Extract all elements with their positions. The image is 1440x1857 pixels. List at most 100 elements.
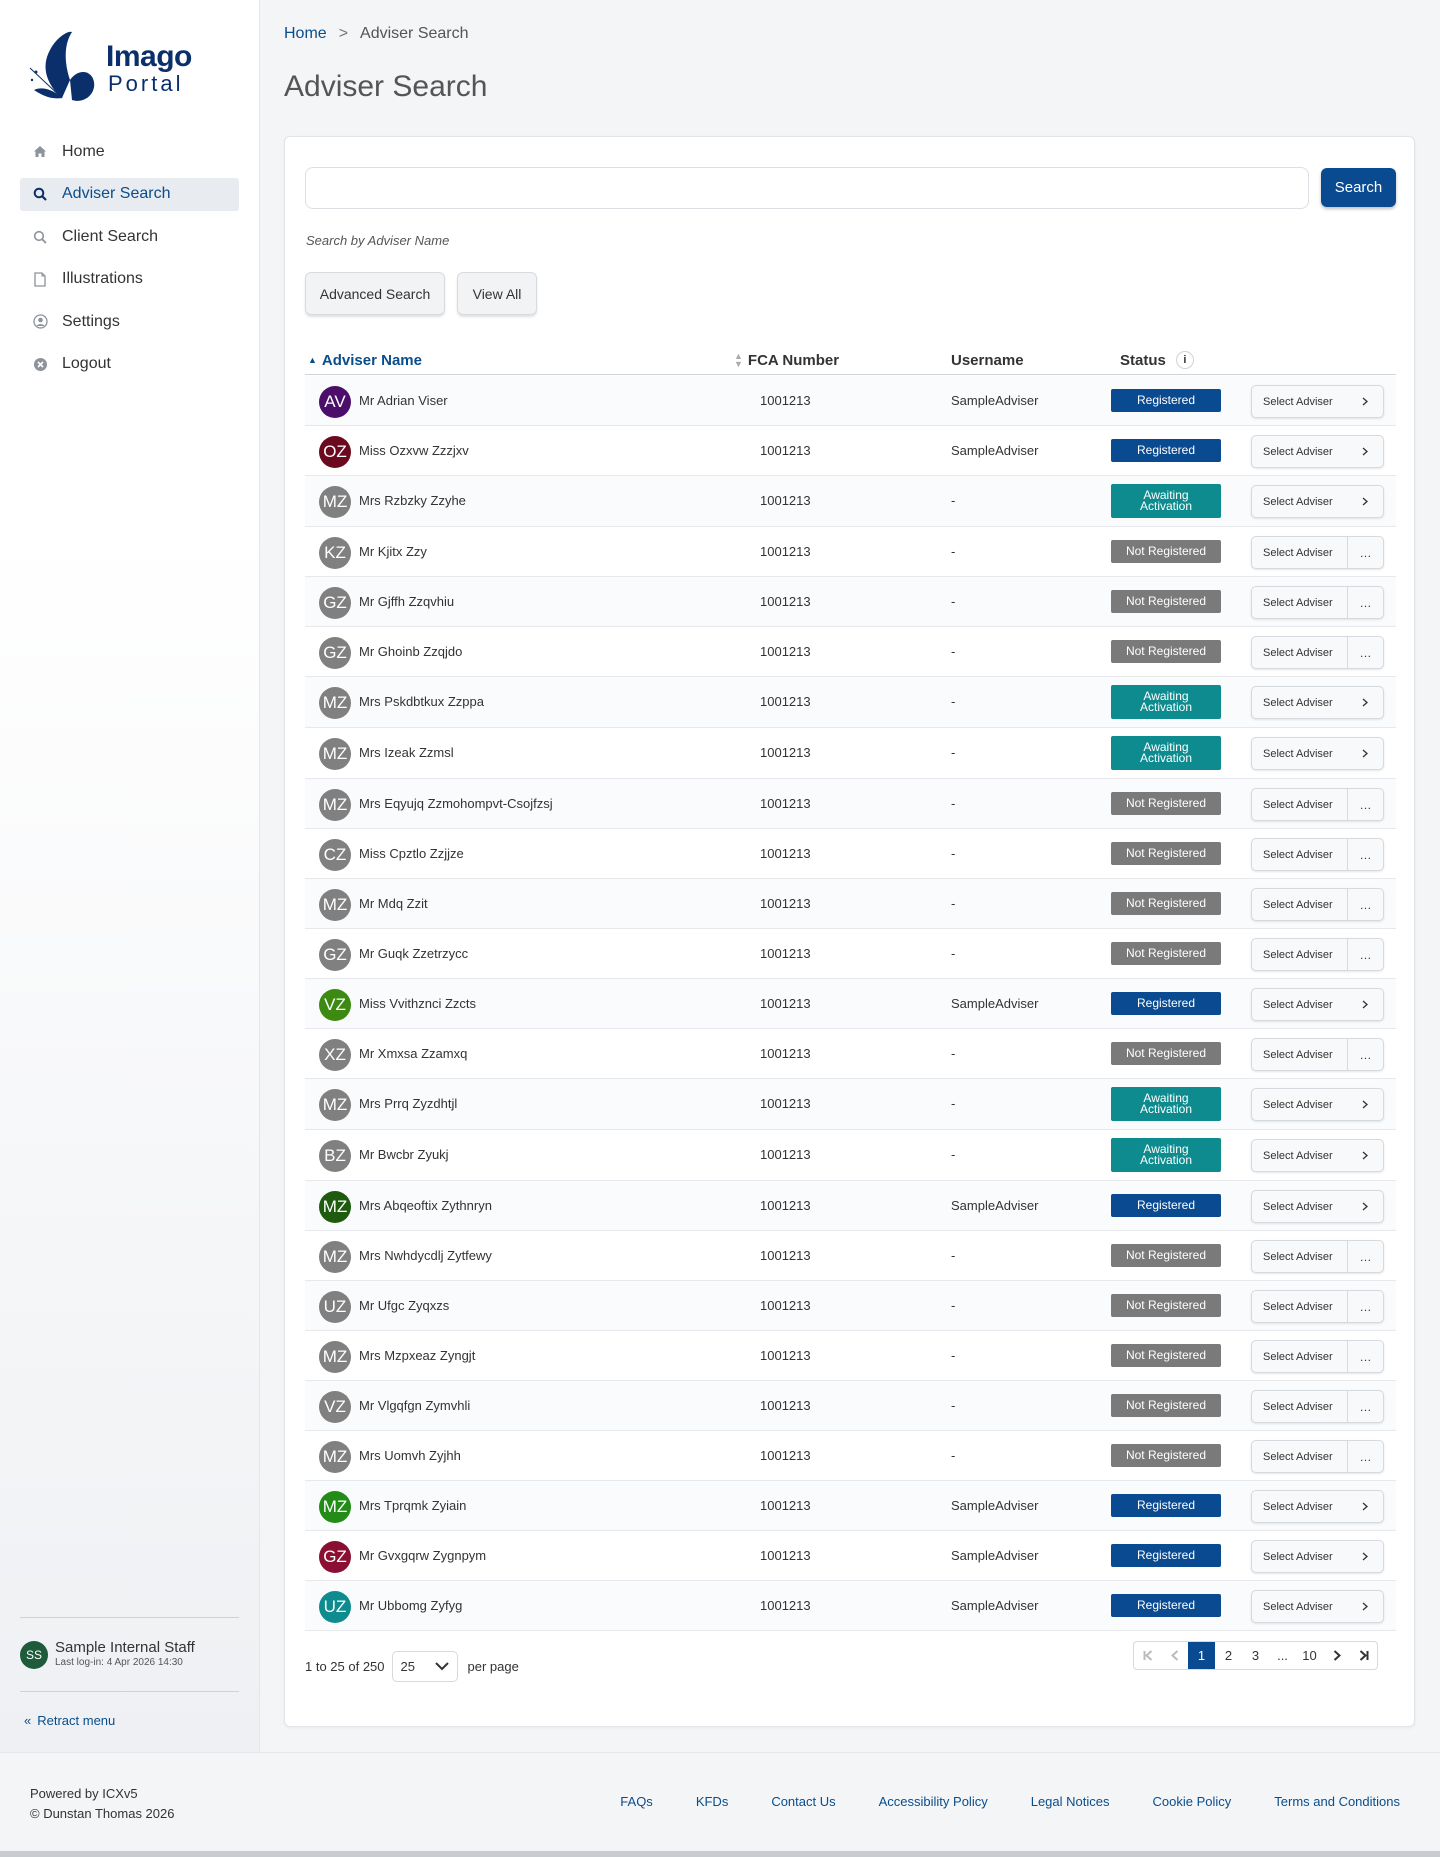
last-page-icon[interactable] — [1350, 1642, 1377, 1669]
previous-page-icon[interactable] — [1161, 1642, 1188, 1669]
chevron-right-icon[interactable] — [1347, 687, 1383, 718]
page-button[interactable]: 10 — [1296, 1642, 1323, 1669]
page-button[interactable]: 2 — [1215, 1642, 1242, 1669]
adviser-name: Mrs Nwhdycdlj Zytfewy — [359, 1248, 492, 1263]
more-options-icon[interactable]: … — [1347, 1039, 1383, 1070]
chevron-right-icon[interactable] — [1347, 1140, 1383, 1171]
chevron-right-icon[interactable] — [1347, 989, 1383, 1020]
select-adviser-button[interactable]: Select Adviser — [1252, 537, 1347, 568]
select-adviser-button[interactable]: Select Adviser — [1252, 1491, 1347, 1522]
select-adviser-button[interactable]: Select Adviser — [1252, 789, 1347, 820]
select-adviser-button[interactable]: Select Adviser — [1252, 436, 1347, 467]
chevron-right-icon[interactable] — [1347, 738, 1383, 769]
column-header-adviser-name[interactable]: ▲ Adviser Name — [308, 345, 422, 375]
per-page-select[interactable]: 25 — [391, 1651, 458, 1682]
select-adviser-button[interactable]: Select Adviser — [1252, 1541, 1347, 1572]
sidebar-item-adviser-search[interactable]: Adviser Search — [20, 177, 239, 211]
butterfly-logo-icon — [29, 31, 95, 101]
select-adviser-button[interactable]: Select Adviser — [1252, 889, 1347, 920]
advanced-search-button[interactable]: Advanced Search — [305, 272, 445, 315]
footer-links: FAQs KFDs Contact Us Accessibility Polic… — [577, 1794, 1400, 1809]
select-adviser-button[interactable]: Select Adviser — [1252, 738, 1347, 769]
sidebar-divider — [20, 1691, 239, 1692]
chevron-right-icon[interactable] — [1347, 1089, 1383, 1120]
more-options-icon[interactable]: … — [1347, 889, 1383, 920]
column-header-fca-number[interactable]: ▲ ▼ FCA Number — [734, 345, 839, 375]
more-options-icon[interactable]: … — [1347, 537, 1383, 568]
chevron-right-icon[interactable] — [1347, 1491, 1383, 1522]
select-adviser-button[interactable]: Select Adviser — [1252, 1441, 1347, 1472]
select-adviser-button[interactable]: Select Adviser — [1252, 939, 1347, 970]
adviser-avatar: MZ — [319, 789, 351, 821]
select-adviser-button[interactable]: Select Adviser — [1252, 386, 1347, 417]
more-options-icon[interactable]: … — [1347, 789, 1383, 820]
more-options-icon[interactable]: … — [1347, 1291, 1383, 1322]
fca-number: 1001213 — [760, 1548, 811, 1563]
view-all-button[interactable]: View All — [457, 272, 537, 315]
select-adviser-button[interactable]: Select Adviser — [1252, 1391, 1347, 1422]
more-options-icon[interactable]: … — [1347, 939, 1383, 970]
info-icon[interactable]: i — [1175, 351, 1194, 369]
footer-link-cookie-policy[interactable]: Cookie Policy — [1153, 1794, 1232, 1809]
sidebar-item-client-search[interactable]: Client Search — [20, 220, 239, 253]
search-button[interactable]: Search — [1321, 168, 1396, 207]
select-adviser-button[interactable]: Select Adviser — [1252, 486, 1347, 517]
search-input[interactable] — [305, 167, 1309, 209]
adviser-avatar: AV — [319, 386, 351, 418]
select-adviser-button[interactable]: Select Adviser — [1252, 687, 1347, 718]
breadcrumb-home-link[interactable]: Home — [284, 25, 327, 42]
more-options-icon[interactable]: … — [1347, 1441, 1383, 1472]
sidebar-item-logout[interactable]: Logout — [20, 348, 239, 381]
next-page-icon[interactable] — [1323, 1642, 1350, 1669]
more-options-icon[interactable]: … — [1347, 1391, 1383, 1422]
footer-link-kfds[interactable]: KFDs — [696, 1794, 729, 1809]
chevron-right-icon[interactable] — [1347, 486, 1383, 517]
select-adviser-button[interactable]: Select Adviser — [1252, 1291, 1347, 1322]
user-profile[interactable]: SS Sample Internal Staff Last log-in: 4 … — [20, 1640, 195, 1669]
select-adviser-button[interactable]: Select Adviser — [1252, 1089, 1347, 1120]
sidebar: Imago Portal Home Adviser Search Client … — [0, 0, 260, 1752]
footer-link-faqs[interactable]: FAQs — [620, 1794, 653, 1809]
search-hint: Search by Adviser Name — [306, 233, 450, 248]
more-options-icon[interactable]: … — [1347, 587, 1383, 618]
adviser-name: Mrs Abqeoftix Zythnryn — [359, 1198, 492, 1213]
first-page-icon[interactable] — [1134, 1642, 1161, 1669]
sidebar-item-home[interactable]: Home — [20, 135, 239, 168]
select-adviser-button[interactable]: Select Adviser — [1252, 587, 1347, 618]
select-adviser-button[interactable]: Select Adviser — [1252, 1341, 1347, 1372]
select-adviser-button[interactable]: Select Adviser — [1252, 1591, 1347, 1622]
select-adviser-button[interactable]: Select Adviser — [1252, 989, 1347, 1020]
adviser-avatar: MZ — [319, 889, 351, 921]
more-options-icon[interactable]: … — [1347, 1341, 1383, 1372]
chevron-right-icon[interactable] — [1347, 386, 1383, 417]
sidebar-item-settings[interactable]: Settings — [20, 305, 239, 338]
more-options-icon[interactable]: … — [1347, 1241, 1383, 1272]
username: SampleAdviser — [951, 393, 1039, 408]
select-adviser-button[interactable]: Select Adviser — [1252, 1191, 1347, 1222]
status-badge: Awaiting Activation — [1111, 736, 1221, 770]
footer-link-contact-us[interactable]: Contact Us — [771, 1794, 835, 1809]
more-options-icon[interactable]: … — [1347, 839, 1383, 870]
select-adviser-button[interactable]: Select Adviser — [1252, 1039, 1347, 1070]
chevron-right-icon[interactable] — [1347, 1541, 1383, 1572]
select-adviser-button[interactable]: Select Adviser — [1252, 839, 1347, 870]
chevron-right-icon[interactable] — [1347, 1591, 1383, 1622]
footer-link-legal-notices[interactable]: Legal Notices — [1031, 1794, 1110, 1809]
page-button[interactable]: 3 — [1242, 1642, 1269, 1669]
sidebar-item-illustrations[interactable]: Illustrations — [20, 263, 239, 296]
chevron-right-icon[interactable] — [1347, 1191, 1383, 1222]
select-adviser-button-group: Select Adviser — [1251, 1088, 1384, 1121]
more-options-icon[interactable]: … — [1347, 637, 1383, 668]
page-button[interactable]: 1 — [1188, 1642, 1215, 1669]
footer-link-accessibility-policy[interactable]: Accessibility Policy — [879, 1794, 988, 1809]
retract-menu-link[interactable]: « Retract menu — [24, 1713, 115, 1728]
breadcrumb-current: Adviser Search — [360, 25, 469, 42]
select-adviser-button-group: Select Adviser — [1251, 988, 1384, 1021]
table-row: OZ Miss Ozxvw Zzzjxv 1001213 SampleAdviser R… — [305, 426, 1396, 476]
chevron-right-icon[interactable] — [1347, 436, 1383, 467]
footer-link-terms-and-conditions[interactable]: Terms and Conditions — [1274, 1794, 1400, 1809]
select-adviser-button[interactable]: Select Adviser — [1252, 637, 1347, 668]
select-adviser-button[interactable]: Select Adviser — [1252, 1140, 1347, 1171]
username: - — [951, 896, 956, 911]
select-adviser-button[interactable]: Select Adviser — [1252, 1241, 1347, 1272]
